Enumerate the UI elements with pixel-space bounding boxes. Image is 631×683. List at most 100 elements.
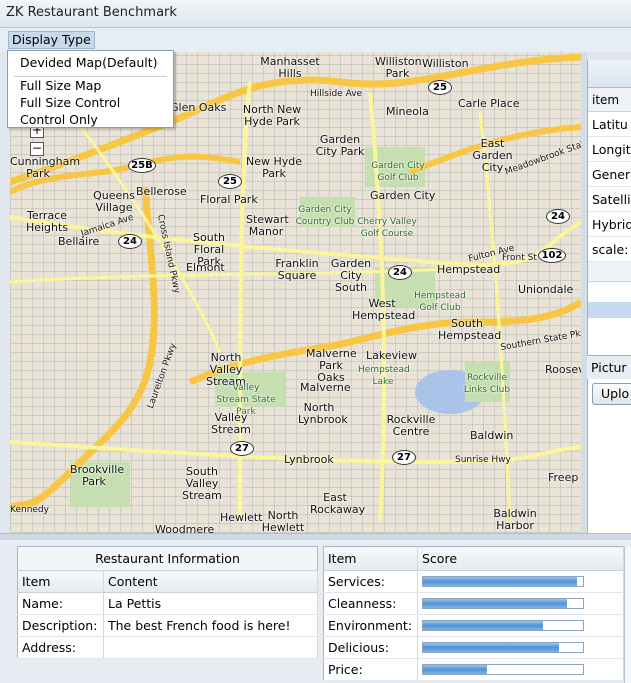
picture-section-header: Pictur [587, 355, 631, 379]
park-label: Hempstead Golf Club [414, 291, 466, 313]
upload-button[interactable]: Uplo [592, 383, 631, 405]
delicious-progress-bar [422, 642, 584, 653]
place-label: Stewart Manor [246, 213, 289, 238]
place-label: North Lynbrook [298, 401, 348, 426]
info-item-label: Name: [17, 592, 104, 615]
place-label: West Hempstead [352, 297, 416, 322]
window-title: ZK Restaurant Benchmark [6, 5, 177, 20]
services-progress-bar [422, 576, 584, 587]
place-label: North Hewlett [261, 509, 305, 534]
road-label: Sunrise Hwy [455, 455, 511, 465]
place-label: Hewlett [220, 511, 263, 524]
place-label: Elmont [186, 261, 225, 274]
menu-item-control-only[interactable]: Control Only [20, 112, 98, 127]
progress-fill [423, 643, 559, 652]
cleanness-progress-bar [422, 598, 584, 609]
score-table: Item Score Services: Cleanness: Environm… [323, 546, 624, 681]
place-label: Floral Park [200, 193, 258, 206]
place-label: Terrace Heights [25, 209, 69, 234]
road-label: Front St [502, 253, 537, 263]
place-label: South Hempstead [438, 317, 502, 342]
park-label: Hempstead Lake [358, 365, 410, 387]
place-label: Uniondale [518, 283, 574, 296]
display-type-menu[interactable]: Display Type [8, 31, 95, 49]
place-label: Malverne [300, 381, 351, 394]
setting-row-satellite[interactable]: Satelli [588, 187, 631, 212]
place-label: South Valley Stream [182, 465, 222, 502]
score-item-label: Services: [323, 570, 418, 593]
place-label: Mineola [386, 105, 429, 118]
setting-row-scale: scale: [588, 237, 631, 262]
place-label: Roosev [545, 363, 581, 376]
place-label: Malverne Park Oaks [306, 347, 357, 384]
panel-header [588, 60, 631, 88]
setting-row-longitude: Longit [588, 137, 631, 162]
menu-item-devided-map[interactable]: Devided Map(Default) [20, 55, 158, 70]
park-label: Cherry Valley Golf Course [357, 217, 417, 239]
menu-separator [14, 76, 167, 77]
price-progress-bar [422, 664, 584, 675]
column-header-item: Item [323, 546, 418, 571]
table-row: Environment: [323, 614, 624, 637]
park-label: Rockville Links Club [463, 373, 511, 395]
environment-progress-bar [422, 620, 584, 631]
zoom-out-button[interactable]: − [30, 142, 44, 156]
park-label: Valley Stream State Park [216, 383, 276, 417]
setting-row-general[interactable]: Genera [588, 162, 631, 187]
road-label: Kennedy [10, 505, 49, 515]
table-row: Delicious: [323, 636, 624, 659]
list-row-selected[interactable] [588, 302, 631, 318]
table-row: Name: La Pettis [17, 592, 318, 615]
place-label: Glen Oaks [170, 101, 227, 114]
place-label: Brookville Park [70, 463, 125, 488]
score-item-label: Price: [323, 658, 418, 681]
place-label: New Hyde Park [245, 155, 303, 180]
scrollbar[interactable] [624, 546, 631, 683]
place-label: Manhasset Hills [260, 55, 320, 80]
place-label: North New Hyde Park [242, 103, 302, 128]
place-label: Bellerose [136, 185, 187, 198]
display-type-dropdown: Devided Map(Default) Full Size Map Full … [7, 50, 174, 128]
progress-fill [423, 577, 577, 586]
route-shield: 24 [546, 209, 570, 224]
place-label: Freep [548, 471, 579, 484]
restaurant-info-caption: Restaurant Information [17, 546, 318, 571]
score-item-label: Cleanness: [323, 592, 418, 615]
place-label: Lakeview [366, 349, 417, 362]
place-label: Hempstead [437, 263, 501, 276]
table-row: Address: [17, 636, 318, 659]
horizontal-splitter[interactable] [0, 533, 631, 540]
place-label: Baldwin [470, 429, 514, 442]
route-shield: 25 [218, 174, 242, 189]
place-label: Carle Place [458, 97, 520, 110]
place-label: Woodmere [155, 523, 215, 534]
place-label: Williston Park [375, 55, 422, 80]
route-shield: 102 [538, 248, 566, 263]
column-header-item: item [588, 88, 631, 112]
place-label: Rockville Centre [386, 413, 436, 438]
list-row[interactable] [588, 282, 631, 302]
restaurant-description-value: The best French food is here! [103, 614, 318, 637]
place-label: East Rockaway [310, 491, 366, 516]
progress-fill [423, 599, 567, 608]
column-header-score: Score [417, 546, 624, 571]
route-shield: 24 [388, 265, 412, 280]
route-shield: 25B [128, 158, 156, 173]
route-shield: 27 [230, 441, 254, 456]
menu-item-full-size-map[interactable]: Full Size Map [20, 78, 101, 93]
menu-item-full-size-control[interactable]: Full Size Control [20, 95, 120, 110]
place-label: Queens Village [93, 189, 135, 214]
restaurant-name-value: La Pettis [103, 592, 318, 615]
setting-row-hybrid[interactable]: Hybrid [588, 212, 631, 237]
table-row: Price: [323, 658, 624, 681]
menu-bar: Display Type [0, 28, 631, 52]
place-label: Franklin Square [275, 257, 319, 282]
table-row: Description: The best French food is her… [17, 614, 318, 637]
info-item-label: Address: [17, 636, 104, 659]
place-label: Garden City Park [315, 133, 365, 158]
route-shield: 27 [392, 450, 416, 465]
place-label: Bellaire [58, 235, 100, 248]
list-header [588, 262, 631, 282]
route-shield: 25 [428, 80, 452, 95]
place-label: Cunningham Park [10, 155, 81, 180]
